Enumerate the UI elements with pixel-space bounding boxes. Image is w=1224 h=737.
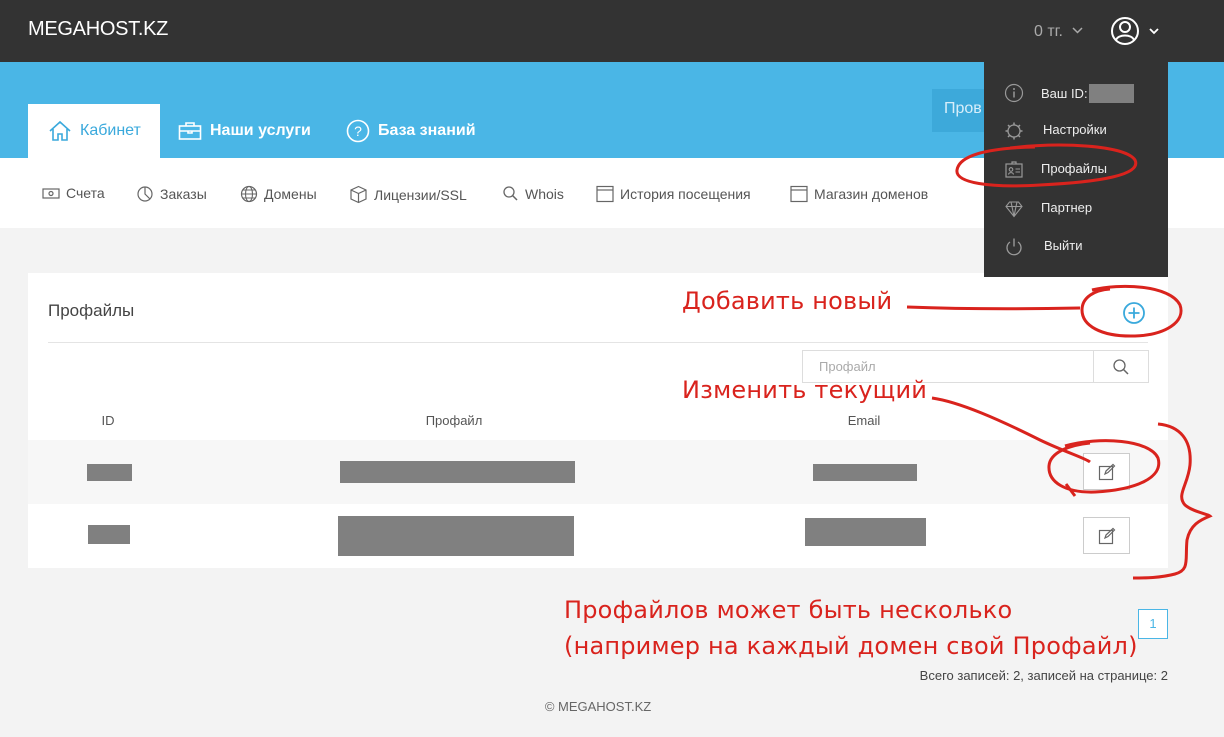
gear-icon [1004, 121, 1024, 141]
user-menu-button[interactable] [1108, 14, 1164, 48]
plus-circle-icon [1123, 302, 1145, 324]
subnav-licenses-ssl[interactable]: Лицензии/SSL [349, 185, 467, 204]
add-profile-button[interactable] [1121, 300, 1147, 326]
edit-profile-button[interactable] [1083, 453, 1130, 490]
edit-icon [1098, 527, 1115, 544]
edit-profile-button[interactable] [1083, 517, 1130, 554]
column-header-id: ID [101, 413, 115, 428]
menu-item-label: Выйти [1044, 238, 1083, 253]
menu-item-label: Профайлы [1041, 161, 1107, 176]
subnav-label: Whois [525, 185, 564, 202]
id-card-icon [1004, 160, 1024, 180]
globe-icon [240, 185, 258, 203]
diamond-icon [1004, 199, 1024, 219]
menu-item-label: Ваш ID: [1041, 86, 1088, 101]
table-row [28, 440, 1168, 504]
subnav-whois[interactable]: Whois [502, 185, 564, 202]
top-bar: MEGAHOST.KZ 0 тг. [0, 0, 1224, 62]
column-header-profile: Профайл [425, 413, 483, 428]
subnav-label: Домены [264, 186, 317, 202]
profiles-panel: Профайлы ID Профайл Email [28, 273, 1168, 568]
subnav-invoices[interactable]: Счета [42, 185, 105, 201]
subnav-orders[interactable]: Заказы [136, 185, 207, 203]
menu-item-label: Партнер [1041, 200, 1093, 215]
briefcase-icon [178, 121, 202, 141]
menu-item-label: Настройки [1043, 122, 1107, 137]
subnav-domain-store[interactable]: Магазин доменов [790, 185, 928, 203]
footer-copyright: © MEGAHOST.KZ [544, 699, 652, 714]
subnav-label: Счета [66, 185, 105, 201]
redacted-profile-name [340, 461, 575, 483]
subnav-domains[interactable]: Домены [240, 185, 317, 203]
subnav-label: Магазин доменов [814, 186, 929, 202]
user-dropdown-menu: Ваш ID: Настройки Профайлы Партнер Выйти [984, 62, 1168, 277]
subnav-visit-history[interactable]: История посещения [596, 185, 751, 203]
redacted-profile-name [338, 516, 574, 556]
brand-logo[interactable]: MEGAHOST.KZ [28, 18, 168, 41]
panel-title: Профайлы [48, 301, 135, 320]
table-row [28, 504, 1168, 568]
window-icon [790, 185, 808, 203]
question-icon: ? [346, 119, 370, 143]
home-icon [48, 120, 72, 142]
annotation-add-new: Добавить новый [682, 287, 893, 315]
balance-dropdown[interactable]: 0 тг. [1034, 21, 1083, 41]
redacted-id [88, 525, 130, 544]
menu-item-settings[interactable]: Настройки [984, 111, 1168, 149]
menu-item-logout[interactable]: Выйти [984, 227, 1168, 265]
svg-text:?: ? [354, 123, 362, 139]
menu-item-profiles[interactable]: Профайлы [984, 150, 1168, 188]
tab-label: Наши услуги [210, 122, 311, 139]
annotation-edit-current: Изменить текущий [682, 376, 928, 404]
power-icon [1004, 237, 1024, 257]
annotation-multiple-line2: (например на каждый домен свой Профайл) [564, 632, 1138, 660]
redacted-email [805, 518, 926, 546]
page-button[interactable]: 1 [1138, 609, 1168, 639]
redacted-id [87, 464, 132, 481]
check-domain-button[interactable]: Пров [932, 89, 992, 132]
money-icon [42, 186, 60, 200]
tab-label: Кабинет [80, 122, 141, 139]
annotation-multiple-line1: Профайлов может быть несколько [564, 596, 1013, 624]
subnav-label: История посещения [620, 186, 751, 202]
divider [48, 342, 1148, 343]
balance-value: 0 тг. [1034, 23, 1063, 40]
column-header-email: Email [847, 413, 881, 428]
edit-icon [1098, 463, 1115, 480]
menu-item-id-wrap: Ваш ID: [1041, 84, 1134, 103]
cube-icon [349, 185, 368, 204]
tab-knowledge-base[interactable]: ? База знаний [346, 104, 476, 158]
menu-item-your-id[interactable]: Ваш ID: [984, 73, 1168, 111]
pie-chart-icon [136, 185, 154, 203]
records-count: Всего записей: 2, записей на странице: 2 [919, 668, 1168, 683]
chevron-down-icon [1072, 21, 1083, 39]
subnav-label: Лицензии/SSL [374, 186, 467, 203]
tab-services[interactable]: Наши услуги [178, 104, 311, 158]
window-icon [596, 185, 614, 203]
tab-cabinet[interactable]: Кабинет [28, 104, 160, 158]
menu-item-partner[interactable]: Партнер [984, 189, 1168, 227]
info-icon [1004, 83, 1024, 103]
search-icon [1113, 358, 1129, 375]
redacted-email [813, 464, 917, 481]
user-circle-icon [1111, 17, 1159, 45]
search-icon [502, 185, 519, 202]
redacted-user-id [1088, 84, 1134, 103]
search-button[interactable] [1093, 350, 1149, 383]
subnav-label: Заказы [160, 186, 207, 202]
tab-label: База знаний [378, 122, 476, 139]
